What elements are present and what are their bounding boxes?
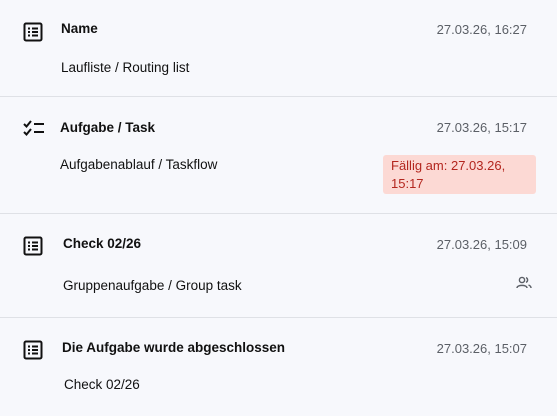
- item-subtitle: Laufliste / Routing list: [61, 60, 190, 75]
- item-timestamp: 27.03.26, 15:09: [436, 237, 527, 252]
- due-date-badge: Fällig am: 27.03.26, 15:17: [383, 155, 536, 194]
- item-timestamp: 27.03.26, 15:07: [436, 341, 527, 356]
- activity-list: Name 27.03.26, 16:27 Laufliste / Routing…: [0, 0, 557, 416]
- list-icon: [23, 236, 43, 256]
- list-icon: [23, 340, 43, 360]
- group-icon: [516, 275, 532, 291]
- item-title: Aufgabe / Task: [60, 120, 156, 135]
- list-item[interactable]: Name 27.03.26, 16:27 Laufliste / Routing…: [0, 0, 557, 97]
- list-item[interactable]: Aufgabe / Task 27.03.26, 15:17 Aufgabena…: [0, 97, 557, 214]
- list-item[interactable]: Check 02/26 27.03.26, 15:09 Gruppenaufga…: [0, 214, 557, 318]
- checklist-icon: [23, 119, 44, 139]
- item-title: Name: [61, 21, 98, 36]
- item-title: Check 02/26: [63, 236, 142, 251]
- item-timestamp: 27.03.26, 15:17: [436, 120, 527, 135]
- item-subtitle: Aufgabenablauf / Taskflow: [60, 157, 218, 172]
- list-icon: [23, 22, 43, 42]
- item-subtitle: Check 02/26: [64, 377, 140, 392]
- item-timestamp: 27.03.26, 16:27: [436, 22, 527, 37]
- list-item[interactable]: Die Aufgabe wurde abgeschlossen 27.03.26…: [0, 318, 557, 416]
- item-subtitle: Gruppenaufgabe / Group task: [63, 278, 242, 293]
- item-title: Die Aufgabe wurde abgeschlossen: [62, 340, 286, 355]
